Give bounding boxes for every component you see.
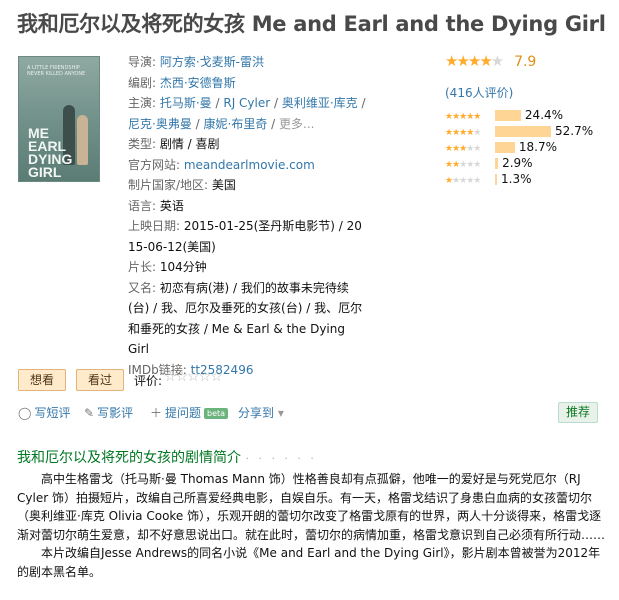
rating-percent: 1.3% bbox=[501, 172, 532, 186]
poster-title: ME EARL DYING GIRL bbox=[28, 125, 73, 180]
cast-more-link[interactable]: 更多... bbox=[279, 117, 314, 131]
rating-row-5-star: ★★★★★ 24.4% bbox=[445, 107, 615, 123]
runtime-value: 104分钟 bbox=[159, 260, 207, 274]
runtime-label: 片长: bbox=[128, 260, 160, 274]
rating-row-4-star: ★★★★★ 52.7% bbox=[445, 123, 615, 139]
beta-badge: beta bbox=[204, 408, 229, 419]
cast-link[interactable]: 托马斯·曼 bbox=[160, 96, 212, 110]
rating-bar bbox=[495, 142, 515, 153]
summary-text: 高中生格雷戈（托马斯·曼 Thomas Mann 饰）性格善良却有点孤僻，他唯一… bbox=[17, 470, 607, 581]
movie-poster[interactable]: A LITTLE FRIENDSHIP NEVER KILLED ANYONE … bbox=[18, 56, 100, 182]
cast-link[interactable]: 奥利维亚·库克 bbox=[282, 96, 358, 110]
rating-percent: 52.7% bbox=[555, 124, 594, 138]
genre-value: 剧情 / 喜剧 bbox=[159, 137, 220, 151]
cast-link[interactable]: 康妮·布里奇 bbox=[204, 117, 268, 131]
poster-figure bbox=[77, 115, 88, 165]
rate-stars-input[interactable]: ☆☆☆☆☆ bbox=[164, 369, 223, 385]
rating-percent: 18.7% bbox=[518, 140, 557, 154]
rating-bar bbox=[495, 110, 521, 121]
rating-distribution: ★★★★★ 24.4% ★★★★★ 52.7% ★★★★★ 18.7% ★★★★★ 2.9% ★… bbox=[445, 107, 615, 187]
writer-label: 编剧: bbox=[128, 75, 160, 90]
official-site-link[interactable]: meandearlmovie.com bbox=[184, 158, 315, 172]
summary-paragraph: 本片改编自Jesse Andrews的同名小说《Me and Earl and … bbox=[17, 546, 601, 579]
country-label: 制片国家/地区: bbox=[128, 178, 212, 192]
release-label: 上映日期: bbox=[128, 219, 184, 233]
aka-label: 又名: bbox=[128, 280, 160, 295]
movie-info: 导演: 阿方索·戈麦斯-雷洪 编剧: 杰西·安德鲁斯 主演: 托马斯·曼 / R… bbox=[128, 55, 366, 377]
country-value: 美国 bbox=[211, 178, 236, 192]
director-link[interactable]: 阿方索·戈麦斯-雷洪 bbox=[160, 55, 264, 69]
pencil-icon: ✎ bbox=[84, 406, 95, 420]
rating-row-1-star: ★★★★★ 1.3% bbox=[445, 171, 615, 187]
cast-label: 主演: bbox=[128, 96, 160, 110]
writer-link[interactable]: 杰西·安德鲁斯 bbox=[160, 76, 236, 90]
rating-bar bbox=[495, 158, 499, 169]
action-bar: ◯ 写短评 ✎ 写影评 ＋提问题 beta 分享到 ▾ 推荐 bbox=[18, 402, 598, 423]
comment-icon: ◯ bbox=[18, 406, 32, 420]
rating-percent: 24.4% bbox=[524, 108, 564, 122]
watched-button[interactable]: 看过 bbox=[76, 369, 124, 391]
rating-row-stars: ★★★★★ bbox=[445, 176, 481, 186]
rating-stars: ★★★★★ bbox=[445, 52, 504, 70]
cast-link[interactable]: RJ Cyler bbox=[223, 96, 270, 110]
rating-row-3-star: ★★★★★ 18.7% bbox=[445, 139, 615, 155]
summary-heading: 我和厄尔以及将死的女孩的剧情简介 · · · · · · bbox=[17, 450, 317, 466]
rating-panel: ★★★★★ 7.9 (416人评价) ★★★★★ 24.4% ★★★★★ 52.7% ★… bbox=[445, 52, 615, 187]
cast-link[interactable]: 尼克·奥弗曼 bbox=[128, 117, 192, 131]
rating-score: 7.9 bbox=[514, 54, 537, 70]
share-link[interactable]: 分享到 ▾ bbox=[238, 404, 284, 421]
recommend-button[interactable]: 推荐 bbox=[558, 402, 598, 423]
rating-bar bbox=[495, 126, 551, 137]
aka-value: 初恋有病(港) / 我们的故事未完待续(台) / 我、厄尔及垂死的女孩(台) /… bbox=[128, 280, 363, 357]
plus-icon: ＋ bbox=[150, 406, 163, 420]
rating-percent: 2.9% bbox=[502, 156, 533, 170]
write-short-review-link[interactable]: ◯ 写短评 bbox=[18, 404, 70, 421]
ask-question-link[interactable]: ＋提问题 beta bbox=[150, 404, 229, 421]
site-label: 官方网站: bbox=[128, 157, 184, 172]
director-label: 导演: bbox=[128, 55, 160, 69]
rating-votes-link[interactable]: (416人评价) bbox=[445, 84, 615, 101]
genre-label: 类型: bbox=[128, 137, 160, 151]
rate-label: 评价: bbox=[134, 374, 163, 388]
share-dropdown-icon: ▾ bbox=[274, 406, 284, 420]
summary-paragraph: 高中生格雷戈（托马斯·曼 Thomas Mann 饰）性格善良却有点孤僻，他唯一… bbox=[17, 472, 606, 542]
language-value: 英语 bbox=[159, 198, 184, 213]
rating-bar bbox=[495, 174, 497, 185]
write-review-link[interactable]: ✎ 写影评 bbox=[84, 404, 133, 421]
poster-tagline: A LITTLE FRIENDSHIP NEVER KILLED ANYONE bbox=[27, 65, 86, 77]
page-title: 我和厄尔以及将死的女孩 Me and Earl and the Dying Gi… bbox=[17, 12, 606, 36]
language-label: 语言: bbox=[128, 198, 160, 213]
rating-row-2-star: ★★★★★ 2.9% bbox=[445, 155, 615, 171]
want-to-watch-button[interactable]: 想看 bbox=[18, 369, 66, 391]
